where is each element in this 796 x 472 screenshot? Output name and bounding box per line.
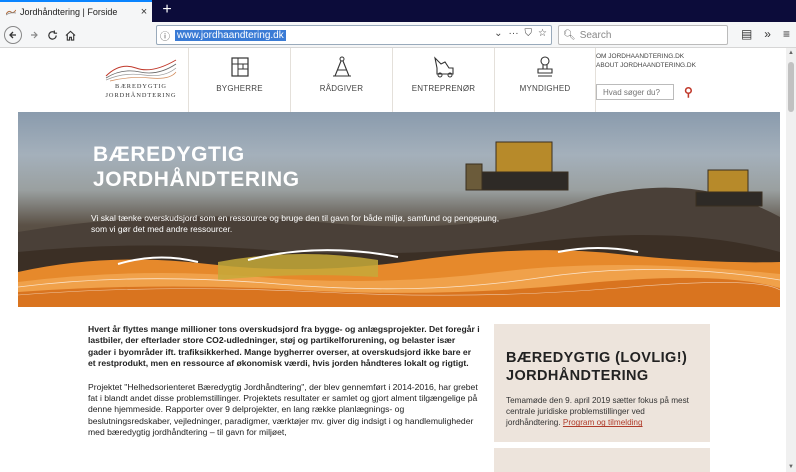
intro-lead: Hvert år flyttes mange millioner tons ov…	[88, 324, 480, 369]
chevron-down-icon[interactable]: ⌄	[494, 28, 502, 39]
browser-toolbar-right: ▤ » ≡	[741, 27, 790, 41]
hero-title: BÆREDYGTIG JORDHÅNDTERING	[93, 142, 300, 192]
scroll-up-icon[interactable]: ▲	[786, 50, 796, 56]
url-text[interactable]: www.jordhaandtering.dk	[175, 29, 286, 41]
new-tab-button[interactable]: +	[158, 1, 176, 19]
arrow-right-icon	[31, 31, 38, 39]
nav-label-raadgiver: RÅDGIVER	[319, 84, 364, 93]
site-logo[interactable]: BÆREDYGTIG JORDHÅNDTERING	[100, 54, 182, 106]
about-link-dk[interactable]: OM JORDHAANDTERING.DK	[596, 52, 702, 61]
hero-text: Vi skal tænke overskudsjord som en resso…	[91, 213, 500, 234]
nav-label-entreprenoer: ENTREPRENØR	[411, 84, 476, 93]
logo-wave-icon	[105, 59, 177, 82]
site-search: ⚲	[596, 84, 693, 100]
compass-icon	[332, 56, 351, 77]
home-icon	[65, 30, 75, 41]
nav-item-entreprenoer[interactable]: ENTREPRENØR	[392, 48, 494, 112]
event-box-title: BÆREDYGTIG (LOVLIG!) JORDHÅNDTERING	[506, 350, 688, 384]
pocket-icon[interactable]: ⛉	[525, 28, 533, 39]
nav-label-myndighed: MYNDIGHED	[519, 84, 571, 93]
nav-item-myndighed[interactable]: MYNDIGHED	[494, 48, 596, 112]
event-box-text: Temamøde den 9. april 2019 sætter fokus …	[506, 395, 698, 429]
arrow-left-icon	[9, 31, 16, 39]
nav-item-bygherre[interactable]: BYGHERRE	[188, 48, 290, 112]
browser-nav-bar: ⓘ www.jordhaandtering.dk ⌄ ··· ⛉ ☆ 🔍︎ Se…	[0, 22, 796, 48]
url-actions: ⌄ ··· ⛉ ☆	[494, 28, 547, 39]
site-search-input[interactable]	[596, 84, 674, 100]
logo-text: BÆREDYGTIG JORDHÅNDTERING	[100, 82, 182, 100]
page-scrollbar[interactable]: ▲ ▼	[786, 48, 796, 472]
tab-title: Jordhåndtering | Forside	[20, 7, 118, 17]
site-favicon-icon	[6, 9, 16, 16]
scroll-down-icon[interactable]: ▼	[786, 464, 796, 470]
site-header: BÆREDYGTIG JORDHÅNDTERING BYGHERRE RÅDGI…	[0, 48, 796, 112]
second-info-box	[494, 448, 710, 472]
reload-icon	[47, 29, 57, 40]
overflow-chevron-icon[interactable]: »	[764, 27, 771, 41]
browser-search-placeholder: Search	[579, 29, 612, 41]
nav-item-raadgiver[interactable]: RÅDGIVER	[290, 48, 392, 112]
tab-close-icon[interactable]: ×	[136, 6, 152, 18]
intro-content: Hvert år flyttes mange millioner tons ov…	[88, 324, 480, 439]
header-links: OM JORDHAANDTERING.DK ABOUT JORDHAANDTER…	[592, 52, 702, 70]
library-icon[interactable]: ▤	[741, 27, 752, 41]
hero-title-line-1: BÆREDYGTIG	[93, 143, 245, 166]
browser-search-input[interactable]: 🔍︎ Search	[558, 25, 728, 45]
address-bar[interactable]: ⓘ www.jordhaandtering.dk ⌄ ··· ⛉ ☆	[156, 25, 552, 45]
bookmark-star-icon[interactable]: ☆	[538, 28, 547, 39]
stamp-icon	[537, 56, 553, 77]
reload-button[interactable]	[44, 26, 60, 44]
home-button[interactable]	[62, 26, 78, 44]
logo-line-1: BÆREDYGTIG	[115, 83, 167, 90]
more-icon[interactable]: ···	[509, 28, 519, 39]
main-nav: BYGHERRE RÅDGIVER ENTREPRENØR MYNDIGHED	[188, 48, 596, 112]
browser-tab[interactable]: Jordhåndtering | Forside ×	[0, 0, 152, 22]
header-right: OM JORDHAANDTERING.DK ABOUT JORDHAANDTER…	[592, 52, 702, 100]
search-icon: 🔍︎	[563, 29, 576, 41]
logo-line-2: JORDHÅNDTERING	[105, 92, 177, 99]
forward-button[interactable]	[26, 26, 42, 44]
intro-body: Projektet "Helhedsorienteret Bæredygtig …	[88, 381, 478, 438]
excavator-icon	[433, 56, 454, 78]
nav-label-bygherre: BYGHERRE	[216, 84, 263, 93]
hamburger-menu-icon[interactable]: ≡	[783, 27, 790, 41]
scrollbar-thumb[interactable]	[788, 62, 794, 112]
building-plan-icon	[230, 57, 249, 77]
hero-banner: BÆREDYGTIG JORDHÅNDTERING Vi skal tænke …	[18, 112, 780, 307]
about-link-en[interactable]: ABOUT JORDHAANDTERING.DK	[596, 61, 702, 70]
hero-title-line-2: JORDHÅNDTERING	[93, 168, 300, 191]
back-button[interactable]	[4, 26, 22, 44]
site-search-icon[interactable]: ⚲	[684, 85, 693, 99]
event-signup-link[interactable]: Program og tilmelding	[563, 418, 643, 427]
event-box: BÆREDYGTIG (LOVLIG!) JORDHÅNDTERING Tema…	[494, 324, 710, 442]
info-icon[interactable]: ⓘ	[157, 28, 173, 43]
browser-tab-bar: Jordhåndtering | Forside × +	[0, 0, 796, 22]
